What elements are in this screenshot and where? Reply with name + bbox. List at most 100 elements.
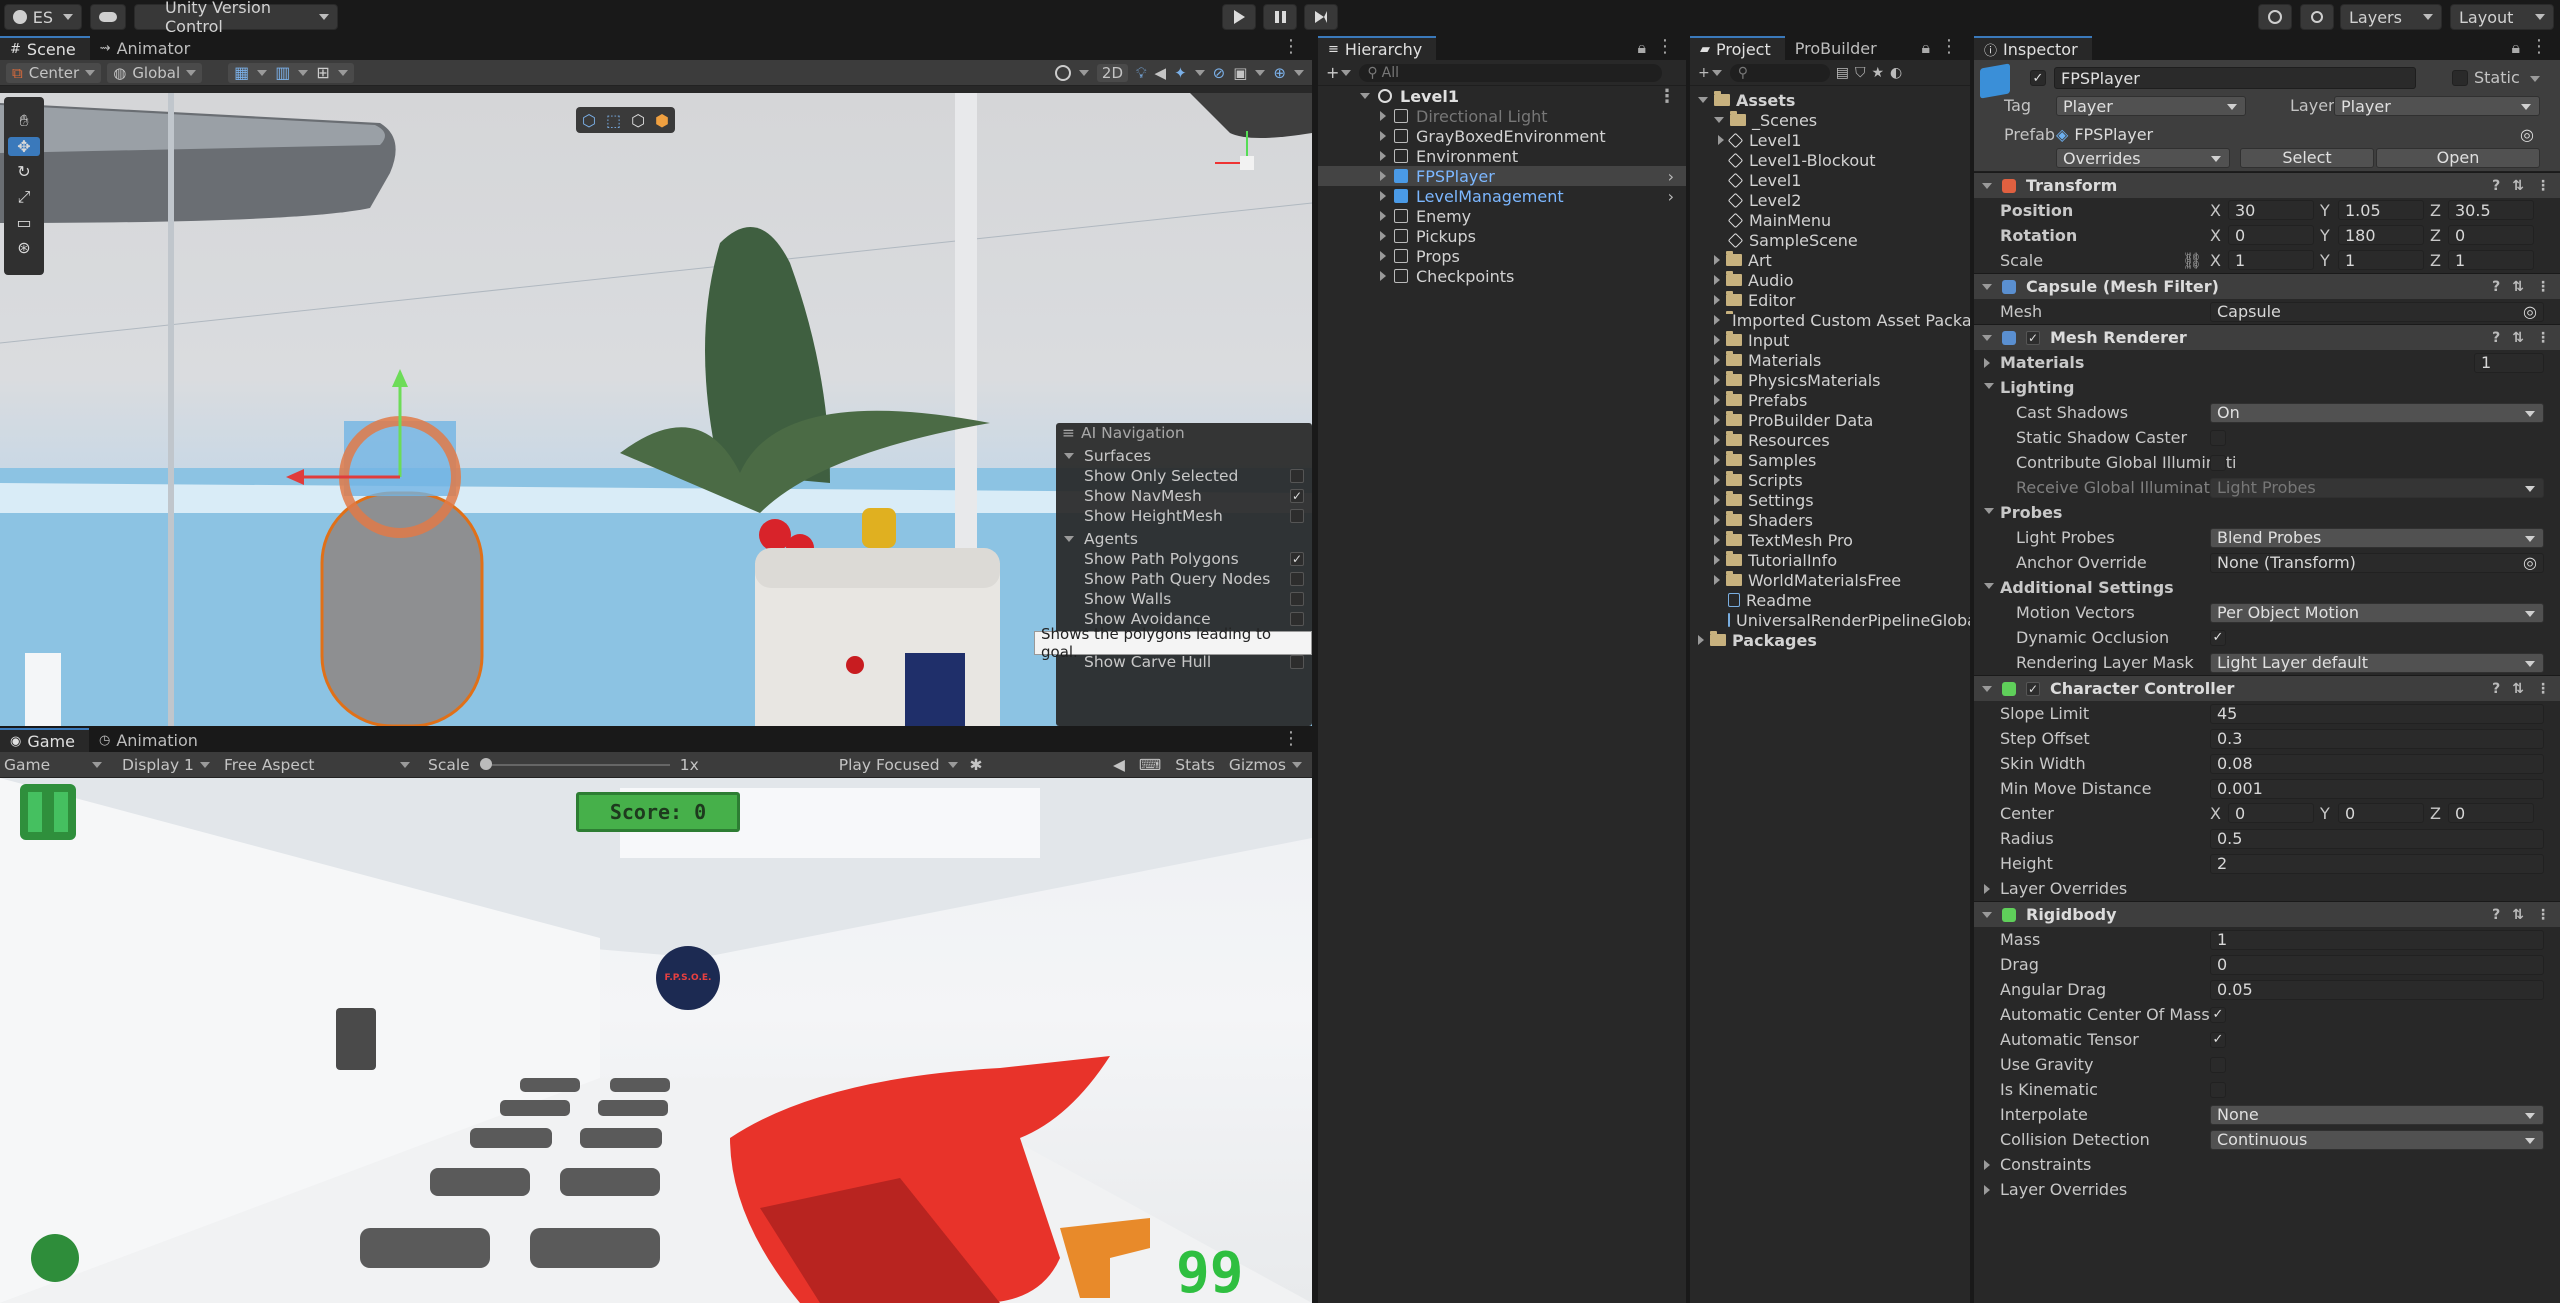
value-field[interactable]: 0.08 xyxy=(2210,753,2544,774)
chevron-right-icon[interactable] xyxy=(1714,515,1720,525)
value-field[interactable]: 0.001 xyxy=(2210,778,2544,799)
history-button[interactable] xyxy=(2258,4,2292,30)
chevron-right-icon[interactable] xyxy=(1714,415,1720,425)
project-folder[interactable]: Editor xyxy=(1690,290,1970,310)
active-checkbox[interactable]: ✓ xyxy=(2030,70,2046,86)
vector-y-field[interactable]: 1 xyxy=(2338,250,2424,270)
stats-button[interactable]: Stats xyxy=(1175,756,1215,774)
hierarchy-item[interactable]: Enemy xyxy=(1318,206,1686,226)
play-focus-dropdown[interactable]: Play Focused xyxy=(839,756,958,774)
foldout-icon[interactable] xyxy=(1984,358,1990,368)
game-viewport[interactable]: Score: 0 99 F.P.S.O.E. xyxy=(0,778,1312,1303)
chevron-right-icon[interactable] xyxy=(1714,355,1720,365)
vector-z-field[interactable]: 1 xyxy=(2448,250,2534,270)
project-scene-item[interactable]: Level1-Blockout xyxy=(1690,150,1970,170)
game-mode-dropdown[interactable]: Game xyxy=(0,756,110,774)
target-icon[interactable]: ◎ xyxy=(2520,125,2534,144)
interpolate-dropdown[interactable]: None xyxy=(2210,1104,2544,1125)
vector-x-field[interactable]: 30 xyxy=(2228,200,2314,220)
help-icon[interactable]: ? xyxy=(2492,907,2500,923)
ai-nav-checkbox[interactable]: ✓ xyxy=(1290,552,1304,566)
move-tool-icon[interactable]: ✥ xyxy=(8,137,40,156)
orange-cube-icon[interactable]: ⬢ xyxy=(655,111,669,130)
rotate-tool-icon[interactable]: ↻ xyxy=(17,162,30,181)
pivot-dropdown[interactable]: ⧉ Center xyxy=(6,62,102,83)
gizmos-dropdown[interactable]: Gizmos xyxy=(1229,756,1302,774)
chevron-right-icon[interactable] xyxy=(1714,575,1720,585)
step-button[interactable] xyxy=(1304,4,1338,30)
camera-settings-icon[interactable]: ▣ xyxy=(1233,64,1247,82)
chevron-right-icon[interactable] xyxy=(1714,435,1720,445)
expand-icon[interactable] xyxy=(1380,131,1386,141)
value-field[interactable]: 1 xyxy=(2210,929,2544,950)
gizmos-toggle-icon[interactable]: ⊕ xyxy=(1273,64,1286,82)
ai-nav-section[interactable]: Surfaces xyxy=(1056,445,1312,466)
cloud-button[interactable] xyxy=(90,4,126,30)
tab-probuilder[interactable]: ProBuilder xyxy=(1785,36,1891,60)
open-button[interactable]: Open xyxy=(2376,148,2540,168)
select-button[interactable]: Select xyxy=(2240,148,2374,168)
static-checkbox[interactable] xyxy=(2452,70,2468,86)
rendering-layer-dropdown[interactable]: Light Layer default xyxy=(2210,652,2544,673)
chevron-right-icon[interactable] xyxy=(1714,335,1720,345)
mesh-filter-header[interactable]: Capsule (Mesh Filter)? ⇅ ⋮ xyxy=(1974,273,2560,299)
tab-scene[interactable]: # Scene xyxy=(0,36,90,60)
expand-icon[interactable] xyxy=(1380,231,1386,241)
project-scene-item[interactable]: MainMenu xyxy=(1690,210,1970,230)
layer-dropdown[interactable]: Player xyxy=(2334,96,2540,116)
preset-icon[interactable]: ⇅ xyxy=(2512,681,2524,697)
rect-tool-icon[interactable]: ▭ xyxy=(16,213,31,232)
create-icon[interactable]: + xyxy=(1698,65,1710,81)
preset-icon[interactable]: ⇅ xyxy=(2512,330,2524,346)
expand-icon[interactable] xyxy=(1380,151,1386,161)
account-dropdown[interactable]: ES xyxy=(4,4,82,30)
ai-nav-checkbox[interactable] xyxy=(1290,572,1304,586)
transform-tool-icon[interactable]: ⊛ xyxy=(17,238,30,257)
help-icon[interactable]: ? xyxy=(2492,681,2500,697)
project-folder[interactable]: Audio xyxy=(1690,270,1970,290)
target-icon[interactable]: ◎ xyxy=(2523,553,2537,572)
checkbox[interactable]: ✓ xyxy=(2210,1006,2226,1023)
project-folder[interactable]: Scripts xyxy=(1690,470,1970,490)
ai-navigation-header[interactable]: ≡ AI Navigation xyxy=(1056,423,1312,443)
preset-icon[interactable]: ⇅ xyxy=(2512,178,2524,194)
target-icon[interactable]: ◎ xyxy=(2523,302,2537,321)
chevron-right-icon[interactable] xyxy=(1714,275,1720,285)
checkbox[interactable] xyxy=(2210,1056,2226,1073)
hierarchy-item[interactable]: GrayBoxedEnvironment xyxy=(1318,126,1686,146)
value-field[interactable]: 0.5 xyxy=(2210,828,2544,849)
foldout-icon[interactable] xyxy=(1984,1185,1990,1195)
checkbox[interactable]: ✓ xyxy=(2210,1031,2226,1048)
hierarchy-search-input[interactable]: ⚲ All xyxy=(1359,63,1662,82)
mesh-renderer-header[interactable]: ✓ Mesh Renderer? ⇅ ⋮ xyxy=(1974,324,2560,350)
chevron-right-icon[interactable]: › xyxy=(1668,187,1674,206)
transform-header[interactable]: Transform? ⇅ ⋮ xyxy=(1974,172,2560,198)
ai-nav-option[interactable]: Show Only Selected xyxy=(1056,466,1312,486)
hierarchy-item[interactable]: Pickups xyxy=(1318,226,1686,246)
component-menu-icon[interactable]: ⋮ xyxy=(2536,907,2550,923)
dynamic-occlusion-checkbox[interactable]: ✓ xyxy=(2210,629,2226,646)
search-label-icon[interactable]: ⛉ xyxy=(1855,65,1866,81)
character-controller-header[interactable]: ✓ Character Controller? ⇅ ⋮ xyxy=(1974,675,2560,701)
hierarchy-item[interactable]: Environment xyxy=(1318,146,1686,166)
overrides-dropdown[interactable]: Overrides xyxy=(2056,148,2230,168)
project-scene-item[interactable]: Level1 xyxy=(1690,170,1970,190)
preset-icon[interactable]: ⇅ xyxy=(2512,279,2524,295)
project-folder[interactable]: Shaders xyxy=(1690,510,1970,530)
project-scene-item[interactable]: Level2 xyxy=(1690,190,1970,210)
vector-y-field[interactable]: 1.05 xyxy=(2338,200,2424,220)
prefab-field[interactable]: ◈ FPSPlayer ◎ xyxy=(2056,123,2538,145)
motion-vectors-dropdown[interactable]: Per Object Motion xyxy=(2210,602,2544,623)
receive-gi-dropdown[interactable]: Light Probes xyxy=(2210,477,2544,498)
ai-nav-checkbox[interactable] xyxy=(1290,612,1304,626)
hierarchy-item[interactable]: Props xyxy=(1318,246,1686,266)
cube-front-icon[interactable]: ⬡ xyxy=(582,111,596,130)
project-folder[interactable]: Settings xyxy=(1690,490,1970,510)
value-field[interactable]: 0.05 xyxy=(2210,979,2544,1000)
project-folder[interactable]: TextMesh Pro xyxy=(1690,530,1970,550)
chevron-right-icon[interactable] xyxy=(1714,475,1720,485)
layout-dropdown[interactable]: Layout xyxy=(2450,4,2554,30)
vector-y-field[interactable]: 180 xyxy=(2338,225,2424,245)
inspector-lock-icon[interactable]: 🔒︎ xyxy=(2511,38,2520,58)
scene-more-icon[interactable]: ⋮ xyxy=(1282,36,1300,57)
